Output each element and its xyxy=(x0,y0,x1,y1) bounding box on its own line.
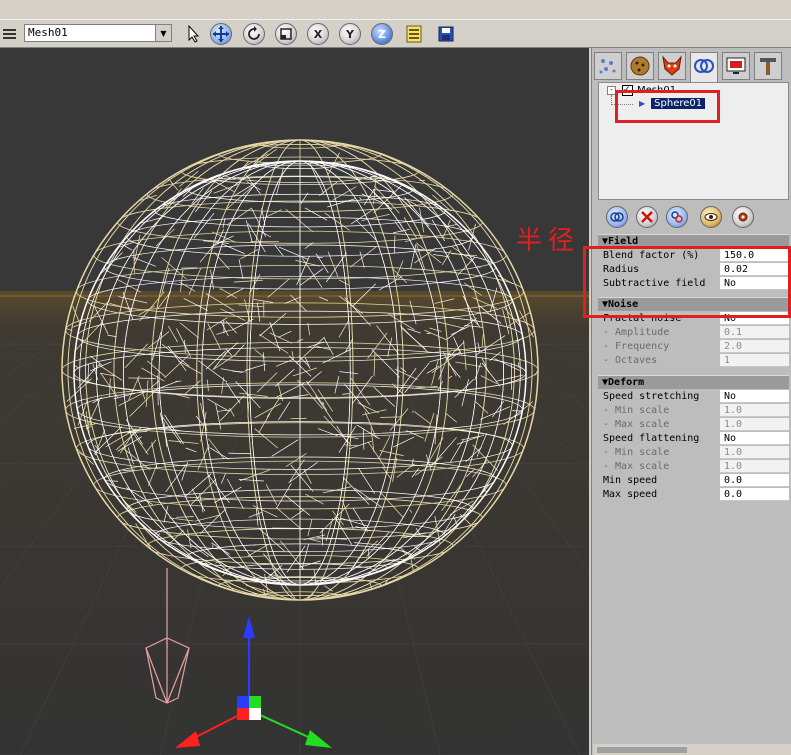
metaball-tab[interactable] xyxy=(690,52,718,82)
add-metaball-icon[interactable] xyxy=(606,206,628,228)
deform-section-title: Deform xyxy=(608,377,645,388)
mesh-select-value: Mesh01 xyxy=(28,26,68,39)
property-value-field[interactable]: No xyxy=(720,390,789,403)
property-value-field[interactable]: 1.0 xyxy=(720,460,789,473)
property-row: - Min scale 1.0 xyxy=(598,446,789,460)
x-axis-icon[interactable]: X xyxy=(307,23,329,45)
property-row: Speed flattening No xyxy=(598,432,789,446)
pointer-icon[interactable] xyxy=(182,23,204,45)
property-row: Max speed 0.0 xyxy=(598,488,789,502)
property-name: - Amplitude xyxy=(598,326,717,340)
3d-viewport[interactable] xyxy=(0,48,589,755)
y-axis-icon[interactable]: Y xyxy=(339,23,361,45)
viewport-canvas xyxy=(0,48,589,755)
property-value-field[interactable]: 1.0 xyxy=(720,418,789,431)
settings-gear-icon[interactable] xyxy=(732,206,754,228)
property-value-field[interactable]: 2.0 xyxy=(720,340,789,353)
y-axis-label: Y xyxy=(346,27,354,41)
property-name: - Min scale xyxy=(598,446,717,460)
properties-panel: - ✓ Mesh01 ▶ Sphere01 ▼Field Blend facto… xyxy=(591,48,791,755)
property-value-field[interactable]: 0.0 xyxy=(720,488,789,501)
property-row: - Min scale 1.0 xyxy=(598,404,789,418)
highlight-box-sphere xyxy=(615,90,720,123)
menu-icon[interactable] xyxy=(0,23,20,45)
character-tab[interactable] xyxy=(658,52,686,80)
chevron-down-icon[interactable]: ▼ xyxy=(155,25,171,41)
radius-annotation: 半径 xyxy=(516,226,581,256)
panel-scrollbar[interactable] xyxy=(593,744,791,755)
property-row: - Max scale 1.0 xyxy=(598,460,789,474)
eye-icon[interactable] xyxy=(700,206,722,228)
property-row: Min speed 0.0 xyxy=(598,474,789,488)
scrollbar-thumb[interactable] xyxy=(597,747,687,753)
property-name: - Max scale xyxy=(598,460,717,474)
property-name: Max speed xyxy=(598,488,717,502)
deform-section-header[interactable]: ▼Deform xyxy=(598,375,789,389)
property-row: Speed stretching No xyxy=(598,390,789,404)
window-top-strip xyxy=(0,0,791,20)
mesh-select[interactable]: Mesh01 ▼ xyxy=(24,24,172,42)
property-name: - Min scale xyxy=(598,404,717,418)
list-icon[interactable] xyxy=(403,23,425,45)
property-value-field[interactable]: 0.1 xyxy=(720,326,789,339)
property-row: - Amplitude 0.1 xyxy=(598,326,789,340)
property-row: - Max scale 1.0 xyxy=(598,418,789,432)
z-axis-icon[interactable]: Z xyxy=(371,23,393,45)
property-row: - Octaves 1 xyxy=(598,354,789,368)
texture-tab[interactable] xyxy=(626,52,654,80)
property-value-field[interactable]: 0.0 xyxy=(720,474,789,487)
link-icon[interactable] xyxy=(666,206,688,228)
scale-icon[interactable] xyxy=(275,23,297,45)
property-name: Speed stretching xyxy=(598,390,717,404)
tools-tab[interactable] xyxy=(754,52,782,80)
property-value-field[interactable]: No xyxy=(720,432,789,445)
property-name: - Frequency xyxy=(598,340,717,354)
property-value-field[interactable]: 1.0 xyxy=(720,446,789,459)
property-name: - Max scale xyxy=(598,418,717,432)
property-row: - Frequency 2.0 xyxy=(598,340,789,354)
move-icon[interactable] xyxy=(210,23,232,45)
property-name: Min speed xyxy=(598,474,717,488)
x-axis-label: X xyxy=(313,27,323,41)
save-icon[interactable] xyxy=(435,23,457,45)
z-axis-label: Z xyxy=(378,27,386,41)
delete-icon[interactable] xyxy=(636,206,658,228)
property-name: Speed flattening xyxy=(598,432,717,446)
property-name: - Octaves xyxy=(598,354,717,368)
property-value-field[interactable]: 1 xyxy=(720,354,789,367)
rotate-icon[interactable] xyxy=(243,23,265,45)
render-tab[interactable] xyxy=(722,52,750,80)
particles-tab[interactable] xyxy=(594,52,622,80)
highlight-box-field xyxy=(583,246,791,318)
main-toolbar: Mesh01 ▼ X Y Z xyxy=(0,20,791,48)
property-value-field[interactable]: 1.0 xyxy=(720,404,789,417)
